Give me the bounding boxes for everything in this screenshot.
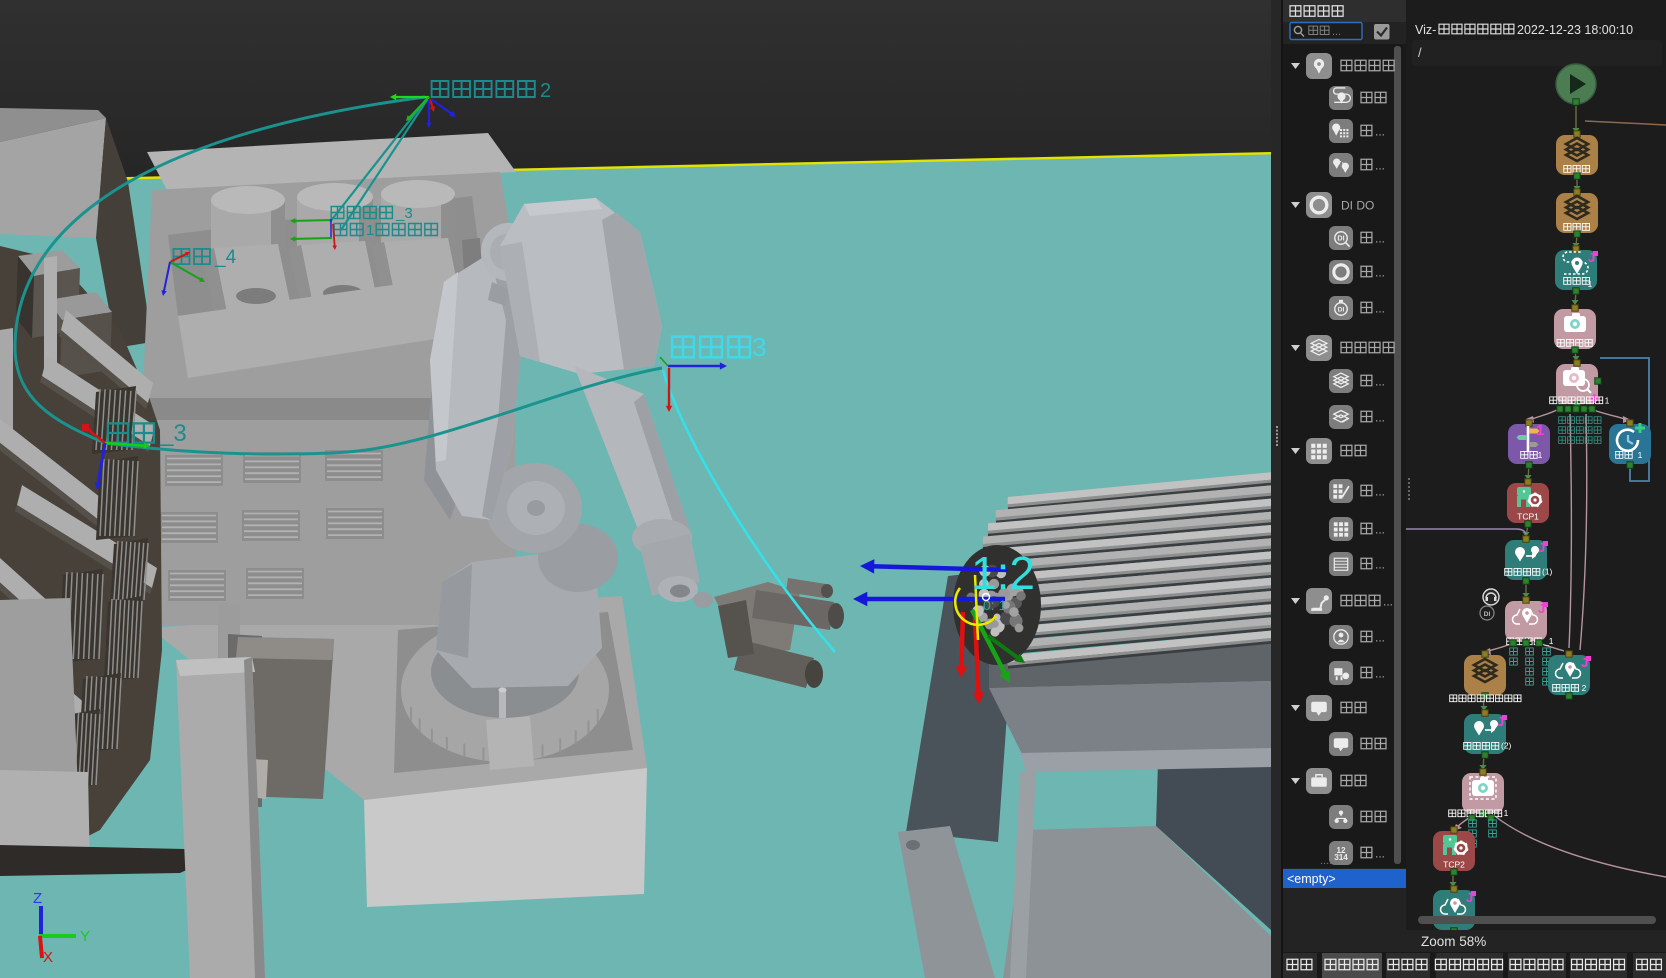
svg-text:...: ... bbox=[1375, 232, 1385, 246]
svg-text:...: ... bbox=[1375, 631, 1385, 645]
svg-text:...: ... bbox=[1375, 667, 1385, 681]
svg-text:...: ... bbox=[1375, 125, 1385, 139]
svg-text:......: ...... bbox=[1320, 855, 1338, 867]
svg-text:(1): (1) bbox=[1542, 567, 1553, 577]
svg-text:/: / bbox=[1418, 45, 1422, 60]
svg-text:DI: DI bbox=[1338, 307, 1345, 314]
svg-text:1: 1 bbox=[1588, 279, 1593, 289]
svg-text:DI: DI bbox=[1337, 234, 1344, 243]
svg-text:_1: _1 bbox=[1543, 636, 1554, 646]
svg-text:...: ... bbox=[1383, 595, 1393, 609]
svg-text:_4: _4 bbox=[214, 247, 237, 268]
svg-text:...: ... bbox=[1375, 159, 1385, 173]
svg-text:TCP2: TCP2 bbox=[1443, 860, 1465, 870]
svg-text:Y: Y bbox=[80, 928, 90, 945]
svg-text:...: ... bbox=[1375, 523, 1385, 537]
svg-text:...: ... bbox=[1375, 375, 1385, 389]
svg-text:...: ... bbox=[1375, 266, 1385, 280]
svg-text:_3: _3 bbox=[159, 420, 187, 447]
svg-text:<empty>: <empty> bbox=[1287, 872, 1336, 886]
svg-text:1:2: 1:2 bbox=[971, 547, 1035, 599]
svg-text:(2): (2) bbox=[1501, 741, 1512, 751]
svg-text:2: 2 bbox=[1582, 683, 1587, 693]
svg-text:...: ... bbox=[1375, 302, 1385, 316]
svg-text:1: 1 bbox=[1504, 808, 1509, 818]
svg-text:1: 1 bbox=[366, 222, 374, 239]
svg-text:Zoom 58%: Zoom 58% bbox=[1421, 934, 1486, 949]
svg-text:DI DO: DI DO bbox=[1341, 199, 1374, 213]
svg-text:1: 1 bbox=[1538, 450, 1543, 460]
svg-text:2022-12-23 18:00:10: 2022-12-23 18:00:10 bbox=[1517, 23, 1633, 37]
svg-text:1: 1 bbox=[1536, 422, 1544, 439]
svg-text:...: ... bbox=[1332, 26, 1341, 38]
svg-text:Viz-: Viz- bbox=[1415, 23, 1436, 37]
svg-text:...: ... bbox=[1375, 558, 1385, 572]
svg-text:1: 1 bbox=[1638, 450, 1643, 460]
svg-text:Z: Z bbox=[33, 890, 42, 907]
svg-text:2: 2 bbox=[540, 80, 551, 102]
svg-text:TCP1: TCP1 bbox=[1517, 512, 1539, 522]
svg-text:...: ... bbox=[1375, 485, 1385, 499]
svg-text:3: 3 bbox=[752, 332, 766, 362]
svg-text:0: 1: 0: 1 bbox=[983, 597, 1007, 613]
svg-text:DI: DI bbox=[1484, 611, 1491, 618]
svg-text:_3: _3 bbox=[395, 205, 413, 222]
svg-text:X: X bbox=[43, 949, 53, 966]
svg-text:1: 1 bbox=[1605, 396, 1610, 406]
svg-text:...: ... bbox=[1375, 847, 1385, 861]
svg-text:...: ... bbox=[1375, 411, 1385, 425]
